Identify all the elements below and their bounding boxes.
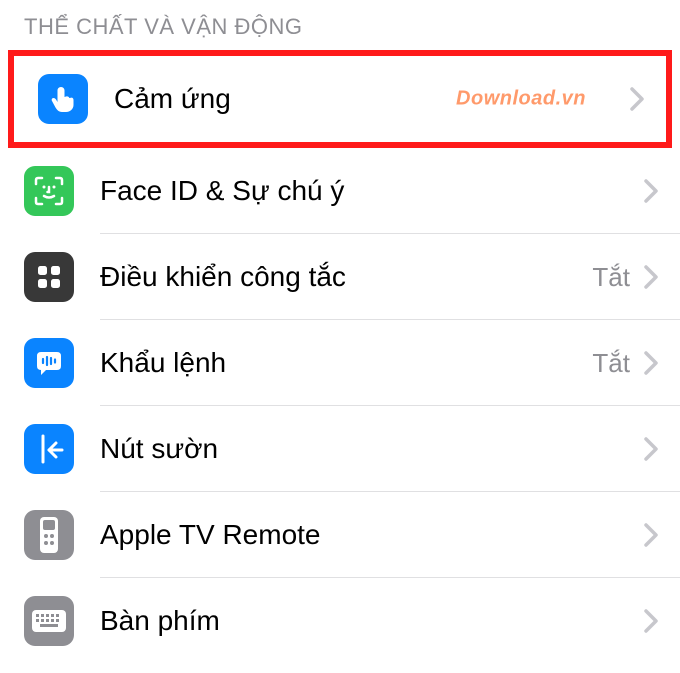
touch-icon xyxy=(38,74,88,124)
faceid-icon xyxy=(24,166,74,216)
chevron-right-icon xyxy=(644,437,658,461)
row-keyboard-label: Bàn phím xyxy=(100,605,644,637)
row-touch[interactable]: Cảm ứng Download.vn xyxy=(14,56,666,142)
row-side-button[interactable]: Nút sườn xyxy=(0,406,680,492)
row-switch-label: Điều khiển công tắc xyxy=(100,261,592,293)
tv-remote-icon xyxy=(24,510,74,560)
row-voice-value: Tắt xyxy=(592,348,630,379)
row-keyboard[interactable]: Bàn phím xyxy=(0,578,680,664)
row-faceid-label: Face ID & Sự chú ý xyxy=(100,175,644,207)
chevron-right-icon xyxy=(644,265,658,289)
section-header: THỂ CHẤT VÀ VẬN ĐỘNG xyxy=(0,0,680,50)
settings-list: Cảm ứng Download.vn Fa xyxy=(0,50,680,664)
row-voice-control[interactable]: Khẩu lệnh Tắt xyxy=(0,320,680,406)
chevron-right-icon xyxy=(644,179,658,203)
switch-control-icon xyxy=(24,252,74,302)
chevron-right-icon xyxy=(644,609,658,633)
row-tvremote-label: Apple TV Remote xyxy=(100,519,644,551)
chevron-right-icon xyxy=(630,87,644,111)
highlight-box: Cảm ứng Download.vn xyxy=(8,50,672,148)
row-side-label: Nút sườn xyxy=(100,433,644,465)
row-tv-remote[interactable]: Apple TV Remote xyxy=(0,492,680,578)
row-faceid[interactable]: Face ID & Sự chú ý xyxy=(0,148,680,234)
side-button-icon xyxy=(24,424,74,474)
row-voice-label: Khẩu lệnh xyxy=(100,347,592,379)
row-touch-label: Cảm ứng xyxy=(114,83,630,115)
voice-control-icon xyxy=(24,338,74,388)
row-switch-control[interactable]: Điều khiển công tắc Tắt xyxy=(0,234,680,320)
keyboard-icon xyxy=(24,596,74,646)
row-switch-value: Tắt xyxy=(592,262,630,293)
chevron-right-icon xyxy=(644,351,658,375)
chevron-right-icon xyxy=(644,523,658,547)
